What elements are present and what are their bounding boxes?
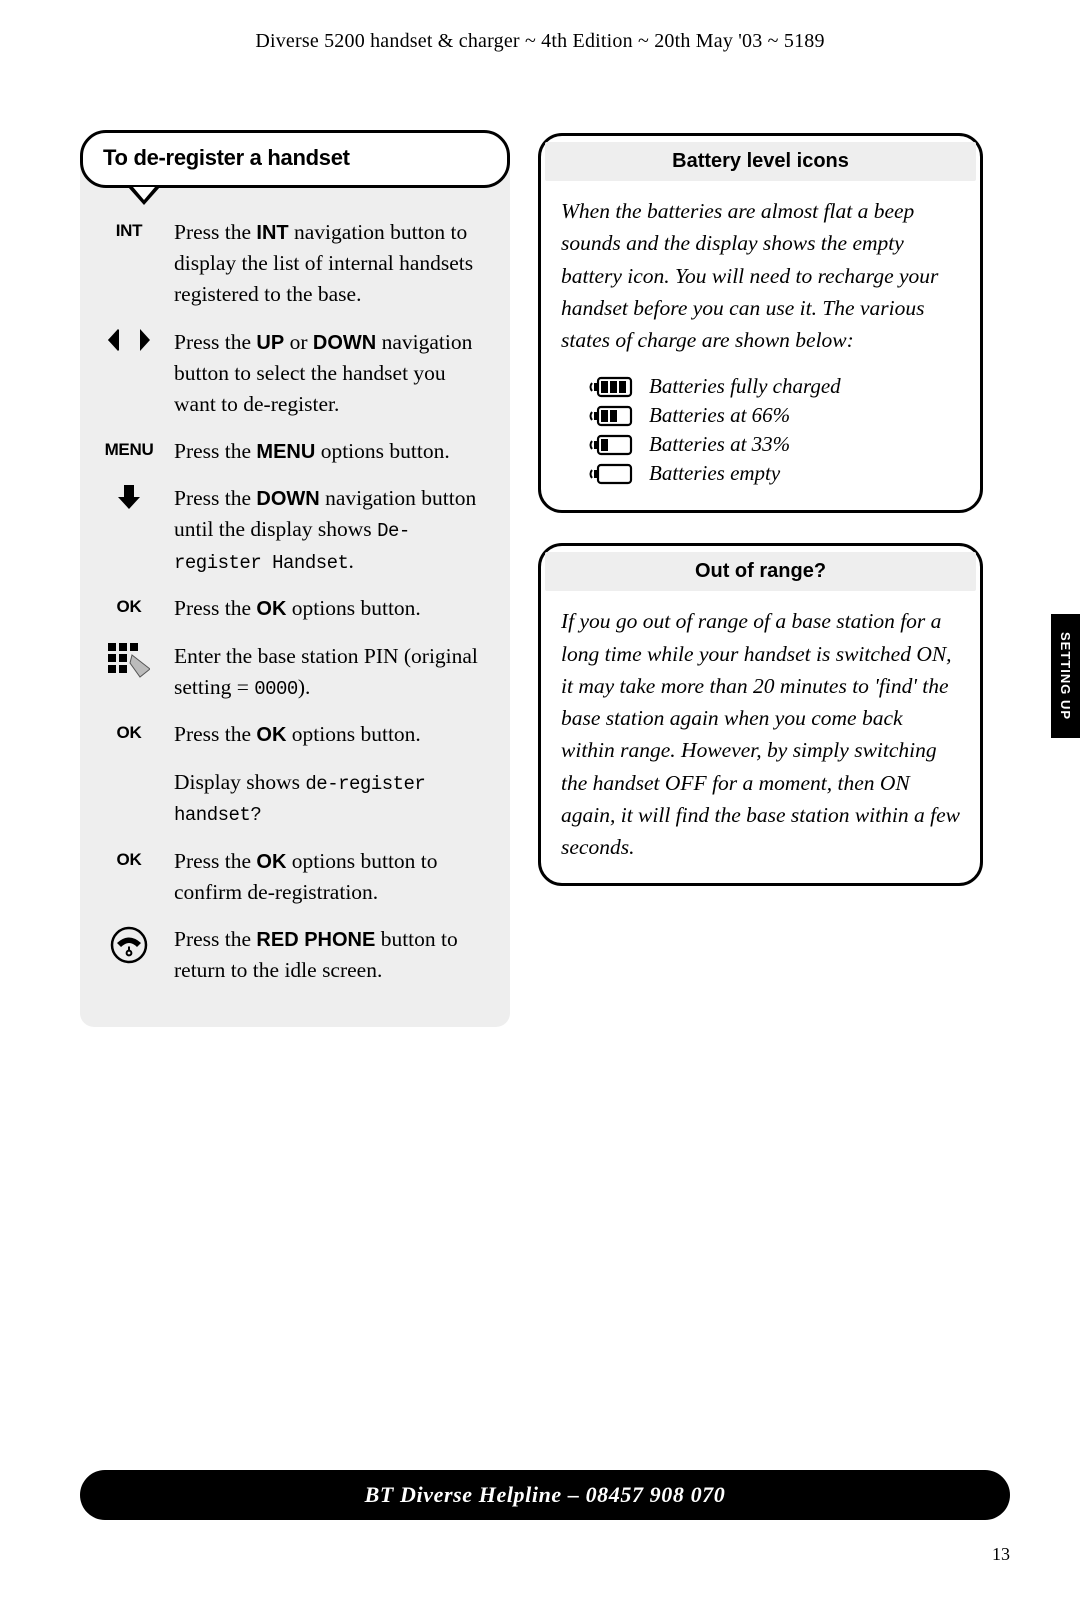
battery-level-text: Batteries at 33% xyxy=(649,432,790,457)
step-text: Press the UP or DOWN navigation button t… xyxy=(174,327,492,421)
battery-title: Battery level icons xyxy=(545,142,976,181)
step-text: Press the RED PHONE button to return to … xyxy=(174,924,492,986)
step-row: OK Press the OK options button. xyxy=(98,719,492,750)
battery-0-icon xyxy=(589,463,635,485)
phone-icon-cell xyxy=(98,924,160,986)
battery-1-icon xyxy=(589,434,635,456)
step-row: Press the RED PHONE button to return to … xyxy=(98,924,492,986)
step-label xyxy=(98,767,160,830)
red-phone-icon xyxy=(110,926,148,964)
down-arrow-icon xyxy=(118,485,140,509)
step-row: INTPress the INT navigation button to di… xyxy=(98,217,492,311)
page-number: 13 xyxy=(992,1544,1010,1565)
page-header: Diverse 5200 handset & charger ~ 4th Edi… xyxy=(0,0,1080,53)
range-box: Out of range? If you go out of range of … xyxy=(538,543,983,886)
step-text: Press the INT navigation button to displ… xyxy=(174,217,492,311)
right-column: Battery level icons When the batteries a… xyxy=(538,133,983,1027)
step-row: Press the UP or DOWN navigation button t… xyxy=(98,327,492,421)
step-text: Press the OK options button. xyxy=(174,593,421,624)
steps-list: INTPress the INT navigation button to di… xyxy=(98,217,492,986)
step-row: MENU Press the MENU options button. xyxy=(98,436,492,467)
battery-levels: Batteries fully charged Batteries at 66%… xyxy=(561,374,960,486)
deregister-panel: To de-register a handset INTPress the IN… xyxy=(80,133,510,1027)
keypad-icon xyxy=(108,643,150,679)
step-row: OKPress the OK options button to confirm… xyxy=(98,846,492,908)
step-label: OK xyxy=(98,593,160,624)
range-title: Out of range? xyxy=(545,552,976,591)
battery-2-icon xyxy=(589,405,635,427)
step-text: Display shows de-register handset? xyxy=(174,767,492,830)
step-row: OK Press the OK options button. xyxy=(98,593,492,624)
battery-level-row: Batteries at 66% xyxy=(589,403,960,428)
keypad-icon-cell xyxy=(98,641,160,704)
battery-intro: When the batteries are almost flat a bee… xyxy=(561,195,960,356)
step-label: INT xyxy=(98,217,160,311)
content-area: To de-register a handset INTPress the IN… xyxy=(0,53,1080,1027)
battery-level-text: Batteries empty xyxy=(649,461,780,486)
step-row: Press the DOWN navigation button until t… xyxy=(98,483,492,577)
panel-title: To de-register a handset xyxy=(80,130,510,188)
step-text: Press the OK options button. xyxy=(174,719,421,750)
step-label: OK xyxy=(98,719,160,750)
step-row: Enter the base station PIN (original set… xyxy=(98,641,492,704)
pointer-icon xyxy=(128,187,160,205)
battery-level-text: Batteries fully charged xyxy=(649,374,841,399)
footer-helpline: BT Diverse Helpline – 08457 908 070 xyxy=(80,1470,1010,1520)
down-icon-cell xyxy=(98,483,160,577)
battery-level-row: Batteries at 33% xyxy=(589,432,960,457)
step-label: MENU xyxy=(98,436,160,467)
updown-icon-cell xyxy=(98,327,160,421)
step-text: Press the OK options button to confirm d… xyxy=(174,846,492,908)
battery-level-row: Batteries empty xyxy=(589,461,960,486)
side-tab: SETTING UP xyxy=(1051,614,1080,738)
battery-level-text: Batteries at 66% xyxy=(649,403,790,428)
step-row: Display shows de-register handset? xyxy=(98,767,492,830)
range-body: If you go out of range of a base station… xyxy=(561,605,960,863)
up-down-arrow-icon xyxy=(108,329,150,351)
battery-3-icon xyxy=(589,376,635,398)
step-text: Press the MENU options button. xyxy=(174,436,450,467)
left-column: To de-register a handset INTPress the IN… xyxy=(80,133,510,1027)
battery-box: Battery level icons When the batteries a… xyxy=(538,133,983,513)
step-text: Press the DOWN navigation button until t… xyxy=(174,483,492,577)
step-label: OK xyxy=(98,846,160,908)
battery-level-row: Batteries fully charged xyxy=(589,374,960,399)
step-text: Enter the base station PIN (original set… xyxy=(174,641,492,704)
